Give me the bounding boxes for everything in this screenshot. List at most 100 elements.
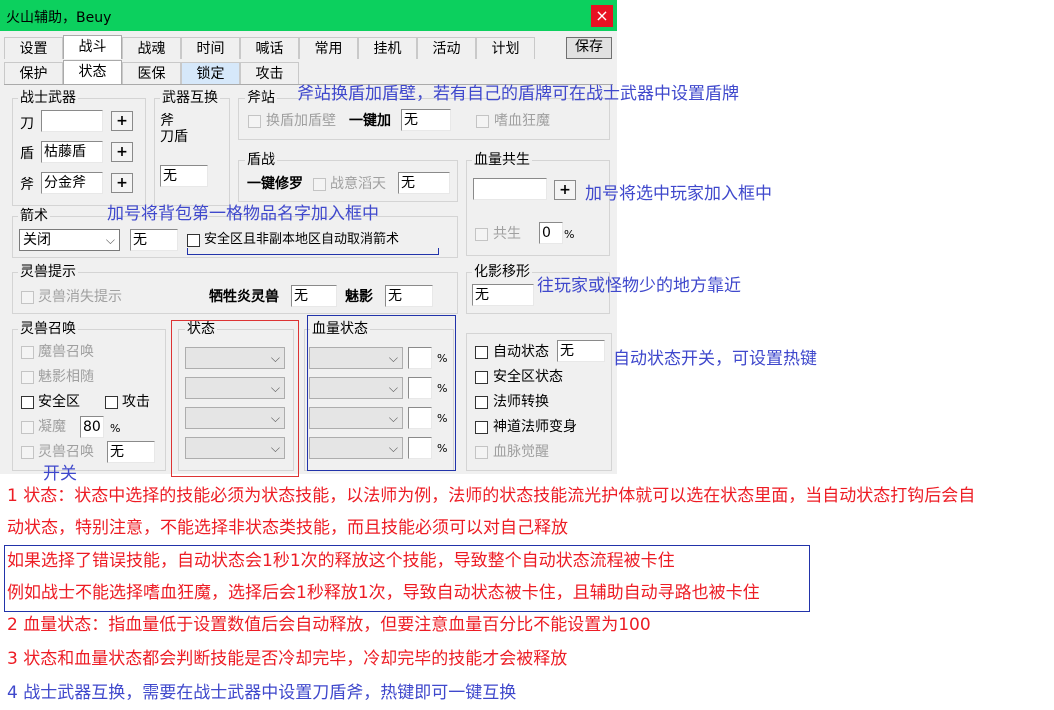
tab-status[interactable]: 状态: [63, 60, 122, 85]
tab-attack[interactable]: 攻击: [240, 62, 299, 84]
bloodlust-checkbox[interactable]: [476, 115, 489, 128]
arrow-safe-zone-checkbox[interactable]: [187, 234, 200, 247]
sacrifice-hotkey[interactable]: 无: [291, 285, 337, 307]
blade-field[interactable]: [41, 110, 103, 132]
blood-share-checkbox[interactable]: [475, 228, 488, 241]
save-button[interactable]: 保存: [566, 37, 612, 59]
blood-share-title: 血量共生: [472, 152, 532, 168]
hp-status-highlight-box: [307, 315, 456, 471]
tab-activity[interactable]: 活动: [417, 37, 476, 59]
window-title: 火山辅助，Beuy: [6, 10, 112, 26]
auto-status-checkbox[interactable]: [475, 346, 488, 359]
chevron-down-icon: ⌵: [105, 233, 115, 247]
axe-field[interactable]: 分金斧: [41, 172, 103, 194]
tab-combat[interactable]: 战斗: [63, 35, 122, 59]
shadow-follow-checkbox[interactable]: [21, 371, 34, 384]
tab-battle-soul[interactable]: 战魂: [122, 37, 181, 59]
sacrifice-label: 牺牲炎灵兽: [209, 289, 279, 305]
blood-vein-checkbox[interactable]: [475, 446, 488, 459]
tab-afk[interactable]: 挂机: [358, 37, 417, 59]
arrow-mode-value: 关闭: [23, 232, 51, 248]
safe-zone-status-label: 安全区状态: [493, 369, 563, 385]
safe-zone-status-checkbox[interactable]: [475, 371, 488, 384]
annotation-switch: 开关: [43, 464, 77, 484]
tab-plan[interactable]: 计划: [476, 37, 535, 59]
summon-safe-checkbox[interactable]: [21, 396, 34, 409]
tab-time[interactable]: 时间: [181, 37, 240, 59]
spirit-vanish-label: 灵兽消失提示: [38, 289, 122, 305]
transform-title: 化影移形: [472, 264, 532, 280]
close-button[interactable]: ×: [591, 5, 613, 27]
note-1-line-2: 动状态，特别注意，不能选择非状态类技能，而且技能必须可以对自己释放: [7, 518, 568, 538]
annotation-arrow: 加号将背包第一格物品名字加入框中: [107, 204, 379, 224]
blood-share-pct: %: [564, 228, 575, 241]
arrow-mode-select[interactable]: 关闭 ⌵: [19, 229, 120, 251]
shield-add-button[interactable]: +: [111, 142, 133, 162]
tab-settings[interactable]: 设置: [4, 37, 63, 59]
condense-pct: %: [110, 422, 121, 435]
shadow-hotkey[interactable]: 无: [385, 285, 433, 307]
shield-label: 盾: [20, 146, 34, 162]
note-2: 2 血量状态：指血量低于设置数值后会自动释放，但要注意血量百分比不能设置为100: [7, 615, 651, 635]
shadow-label: 魅影: [345, 289, 373, 305]
tab-protect[interactable]: 保护: [4, 62, 63, 84]
mage-switch-checkbox[interactable]: [475, 396, 488, 409]
note-warning-line-1: 如果选择了错误技能，自动状态会1秒1次的释放这个技能，导致整个自动状态流程被卡住: [7, 551, 675, 571]
swap-shield-label: 换盾加盾壁: [266, 113, 336, 129]
tab-common[interactable]: 常用: [299, 37, 358, 59]
one-key-shura-label: 一键修罗: [247, 176, 303, 192]
battle-intent-checkbox[interactable]: [313, 178, 326, 191]
blood-share-add-button[interactable]: +: [554, 180, 576, 200]
blade-label: 刀: [20, 116, 34, 132]
axe-label: 斧: [20, 177, 34, 193]
tab-medical[interactable]: 医保: [122, 62, 181, 84]
warrior-weapon-title: 战士武器: [18, 90, 78, 106]
arrow-hotkey[interactable]: 无: [130, 229, 178, 251]
arrow-title: 箭术: [18, 208, 50, 224]
one-key-add-hotkey[interactable]: 无: [401, 109, 451, 131]
blood-vein-label: 血脉觉醒: [493, 444, 549, 460]
shield-combat-title: 盾战: [245, 152, 277, 168]
blade-add-button[interactable]: +: [111, 111, 133, 131]
shendao-mage-checkbox[interactable]: [475, 421, 488, 434]
battle-intent-label: 战意滔天: [330, 176, 386, 192]
demon-summon-checkbox[interactable]: [21, 346, 34, 359]
blood-share-value[interactable]: 0: [539, 222, 563, 244]
auto-status-hotkey[interactable]: 无: [557, 340, 605, 362]
weapon-swap-hotkey[interactable]: 无: [160, 165, 208, 187]
shadow-follow-label: 魅影相随: [38, 369, 94, 385]
arrow-safe-zone-label: 安全区且非副本地区自动取消箭术: [204, 232, 400, 247]
annotation-blood-share: 加号将选中玩家加入框中: [585, 184, 772, 204]
weapon-swap-title: 武器互换: [160, 90, 220, 106]
blood-share-player-field[interactable]: [473, 178, 547, 200]
shield-combat-hotkey[interactable]: 无: [398, 172, 450, 194]
spirit-summon-hotkey[interactable]: 无: [107, 441, 155, 463]
shield-field[interactable]: 枯藤盾: [41, 141, 103, 163]
summon-attack-checkbox[interactable]: [105, 396, 118, 409]
transform-hotkey[interactable]: 无: [472, 284, 534, 306]
swap-shield-checkbox[interactable]: [248, 115, 261, 128]
condense-label: 凝魔: [38, 419, 66, 435]
condense-value[interactable]: 80: [80, 416, 104, 438]
spirit-summon-checkbox[interactable]: [21, 446, 34, 459]
note-warning-line-2: 例如战士不能选择嗜血狂魔，选择后会1秒释放1次，导致自动状态被卡住，且辅助自动寻…: [7, 583, 760, 603]
one-key-add-label: 一键加: [349, 113, 391, 129]
tab-lock[interactable]: 锁定: [181, 62, 240, 84]
axe-stance-title: 斧站: [245, 90, 277, 106]
arrow-highlight-box: [187, 248, 439, 255]
auto-status-label: 自动状态: [493, 344, 549, 360]
shendao-mage-label: 神道法师变身: [493, 419, 577, 435]
blood-share-label: 共生: [493, 226, 521, 242]
spirit-hint-title: 灵兽提示: [18, 264, 78, 280]
note-1-line-1: 1 状态：状态中选择的技能必须为状态技能，以法师为例，法师的状态技能流光护体就可…: [7, 486, 976, 506]
spirit-vanish-checkbox[interactable]: [21, 291, 34, 304]
condense-checkbox[interactable]: [21, 421, 34, 434]
note-3: 3 状态和血量状态都会判断技能是否冷却完毕，冷却完毕的技能才会被释放: [7, 649, 568, 669]
summon-attack-label: 攻击: [122, 394, 150, 410]
axe-add-button[interactable]: +: [111, 173, 133, 193]
status-highlight-box: [171, 320, 299, 477]
spirit-summon-label: 灵兽召唤: [38, 444, 94, 460]
mage-switch-label: 法师转换: [493, 394, 549, 410]
note-4: 4 战士武器互换，需要在战士武器中设置刀盾斧，热键即可一键互换: [7, 683, 517, 703]
tab-shout[interactable]: 喊话: [240, 37, 299, 59]
